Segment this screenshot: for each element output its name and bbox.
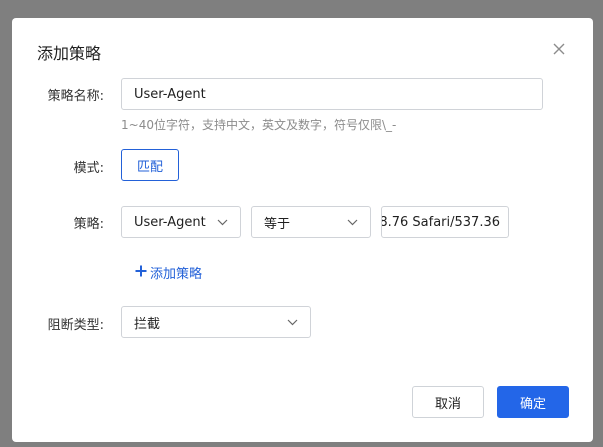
policy-field-select[interactable]: User-Agent <box>121 206 241 238</box>
policy-value-text: 38.76 Safari/537.36 <box>381 214 500 230</box>
chevron-down-icon <box>287 319 298 326</box>
add-policy-dialog: 添加策略 策略名称: User-Agent 1~40位字符，支持中文，英文及数字… <box>12 18 593 442</box>
cancel-button[interactable]: 取消 <box>412 386 484 418</box>
policy-value-input[interactable]: 38.76 Safari/537.36 <box>381 206 509 238</box>
plus-icon <box>135 265 147 281</box>
add-policy-button[interactable]: 添加策略 <box>135 263 202 282</box>
block-type-label: 阻断类型: <box>47 318 104 333</box>
mode-label: 模式: <box>73 161 104 176</box>
policy-name-value: User-Agent <box>134 86 206 102</box>
block-type-select[interactable]: 拦截 <box>121 306 311 338</box>
policy-operator-value: 等于 <box>264 216 291 232</box>
dialog-title: 添加策略 <box>37 44 102 63</box>
policy-field-value: User-Agent <box>134 214 206 230</box>
confirm-button[interactable]: 确定 <box>497 386 569 418</box>
block-type-value: 拦截 <box>134 316 161 332</box>
policy-name-label: 策略名称: <box>47 89 104 104</box>
policy-name-hint: 1~40位字符，支持中文，英文及数字，符号仅限\_- <box>121 118 397 132</box>
policy-label: 策略: <box>73 217 104 232</box>
policy-name-input[interactable]: User-Agent <box>121 78 543 110</box>
chevron-down-icon <box>217 219 228 226</box>
chevron-down-icon <box>347 219 358 226</box>
policy-operator-select[interactable]: 等于 <box>251 206 371 238</box>
close-icon[interactable] <box>552 42 568 58</box>
mode-match-button[interactable]: 匹配 <box>121 149 179 181</box>
add-policy-label: 添加策略 <box>150 267 203 282</box>
